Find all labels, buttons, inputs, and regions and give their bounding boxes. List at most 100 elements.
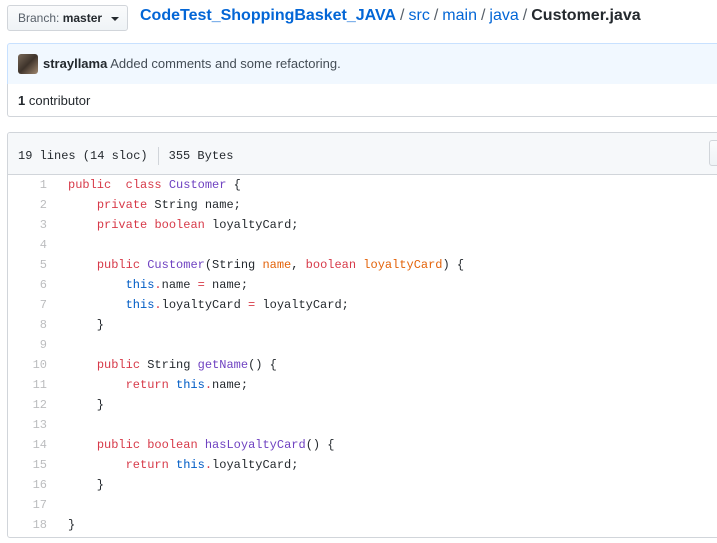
code-token: , — [291, 258, 306, 272]
line-number[interactable]: 7 — [8, 295, 47, 315]
line-code: private boolean loyaltyCard; — [68, 215, 299, 235]
line-number[interactable]: 9 — [8, 335, 47, 355]
line-number[interactable]: 11 — [8, 375, 47, 395]
line-number[interactable]: 16 — [8, 475, 47, 495]
code-token: boolean — [147, 438, 198, 452]
caret-down-icon — [111, 16, 120, 21]
code-token: name; — [212, 378, 249, 392]
code-line: 8 } — [8, 315, 717, 335]
code-token: return — [125, 458, 169, 472]
code-token: } — [68, 478, 105, 492]
branch-prefix: Branch: — [18, 11, 60, 25]
code-line: 17 — [8, 495, 717, 515]
code-token: } — [68, 398, 105, 412]
code-token: loyaltyCard; — [204, 218, 299, 232]
line-number[interactable]: 1 — [8, 175, 47, 195]
line-number[interactable]: 2 — [8, 195, 47, 215]
line-number[interactable]: 18 — [8, 515, 47, 535]
line-code: } — [68, 315, 104, 335]
line-number[interactable]: 3 — [8, 215, 47, 235]
code-token: () { — [248, 358, 277, 372]
file-line-count: 19 lines (14 sloc) — [18, 149, 148, 164]
code-token: . — [204, 458, 213, 472]
line-number[interactable]: 13 — [8, 415, 47, 435]
file-info: 19 lines (14 sloc) 355 Bytes — [18, 147, 233, 165]
line-number[interactable]: 15 — [8, 455, 47, 475]
code-line: 14 public boolean hasLoyaltyCard() { — [8, 435, 717, 455]
line-code: } — [68, 515, 75, 535]
code-line: 9 — [8, 335, 717, 355]
breadcrumb-src-link[interactable]: src — [409, 7, 430, 24]
line-number[interactable]: 4 — [8, 235, 47, 255]
line-number[interactable]: 6 — [8, 275, 47, 295]
line-number[interactable]: 8 — [8, 315, 47, 335]
code-token: = — [197, 278, 205, 292]
line-number[interactable]: 10 — [8, 355, 47, 375]
line-code: public boolean hasLoyaltyCard() { — [68, 435, 335, 455]
breadcrumb-repo-link[interactable]: CodeTest_ShoppingBasket_JAVA — [140, 7, 396, 24]
code-token: String — [140, 358, 198, 372]
commit-summary: strayllama Added comments and some refac… — [43, 56, 341, 71]
code-line: 13 — [8, 415, 717, 435]
code-token: (String — [204, 258, 263, 272]
line-number[interactable]: 14 — [8, 435, 47, 455]
commit-message-link[interactable]: Added comments and some refactoring. — [110, 56, 341, 71]
code-token: name — [262, 258, 292, 272]
line-number[interactable]: 12 — [8, 395, 47, 415]
line-code: public String getName() { — [68, 355, 277, 375]
file-size: 355 Bytes — [168, 149, 234, 164]
code-token: } — [68, 318, 105, 332]
code-token: public — [96, 258, 141, 272]
code-token: loyaltyCard; — [255, 298, 349, 312]
line-number[interactable]: 5 — [8, 255, 47, 275]
code-line: 7 this.loyaltyCard = loyaltyCard; — [8, 295, 717, 315]
code-token: String name; — [147, 198, 241, 212]
code-token: this — [125, 298, 155, 312]
breadcrumb-separator: / — [400, 7, 405, 24]
breadcrumb-separator: / — [433, 7, 439, 24]
line-code: this.name = name; — [68, 275, 248, 295]
code-listing: 1 public class Customer {2 private String… — [8, 175, 717, 535]
breadcrumb-java-link[interactable]: java — [489, 7, 518, 24]
code-token: loyaltyCard; — [212, 458, 299, 472]
contributor-count: 1 — [18, 93, 26, 108]
code-line: 4 — [8, 235, 717, 255]
file-header: 19 lines (14 sloc) 355 Bytes — [8, 133, 717, 175]
commit-author-link[interactable]: strayllama — [43, 56, 107, 71]
code-token: this — [176, 378, 205, 392]
code-line: 12 } — [8, 395, 717, 415]
line-code: this.loyaltyCard = loyaltyCard; — [68, 295, 349, 315]
breadcrumb-current-file: Customer.java — [531, 7, 641, 24]
code-token: this — [176, 458, 205, 472]
code-token: loyaltyCard — [161, 298, 249, 312]
contributors-box: 1 contributor — [7, 84, 717, 117]
breadcrumb-main-link[interactable]: main — [442, 7, 477, 24]
code-token: name — [161, 278, 198, 292]
code-token: private — [96, 198, 148, 212]
raw-button[interactable] — [709, 140, 717, 166]
line-number[interactable]: 17 — [8, 495, 47, 515]
branch-select-button[interactable]: Branch: master — [7, 5, 128, 31]
code-line: 6 this.name = name; — [8, 275, 717, 295]
breadcrumb: CodeTest_ShoppingBasket_JAVA / src / main / ja… — [140, 7, 641, 25]
contributors-link[interactable]: 1 contributor — [18, 93, 90, 108]
file-info-divider — [157, 147, 159, 165]
line-code: return this.loyaltyCard; — [68, 455, 299, 475]
line-code: public Customer(String name, boolean loy… — [68, 255, 464, 275]
avatar[interactable] — [18, 54, 38, 74]
code-line: 11 return this.name; — [8, 375, 717, 395]
code-line: 1 public class Customer { — [8, 175, 717, 195]
code-token: hasLoyaltyCard — [204, 438, 306, 452]
code-token: this — [125, 278, 155, 292]
code-token: { — [226, 178, 241, 192]
code-token: . — [154, 278, 162, 292]
